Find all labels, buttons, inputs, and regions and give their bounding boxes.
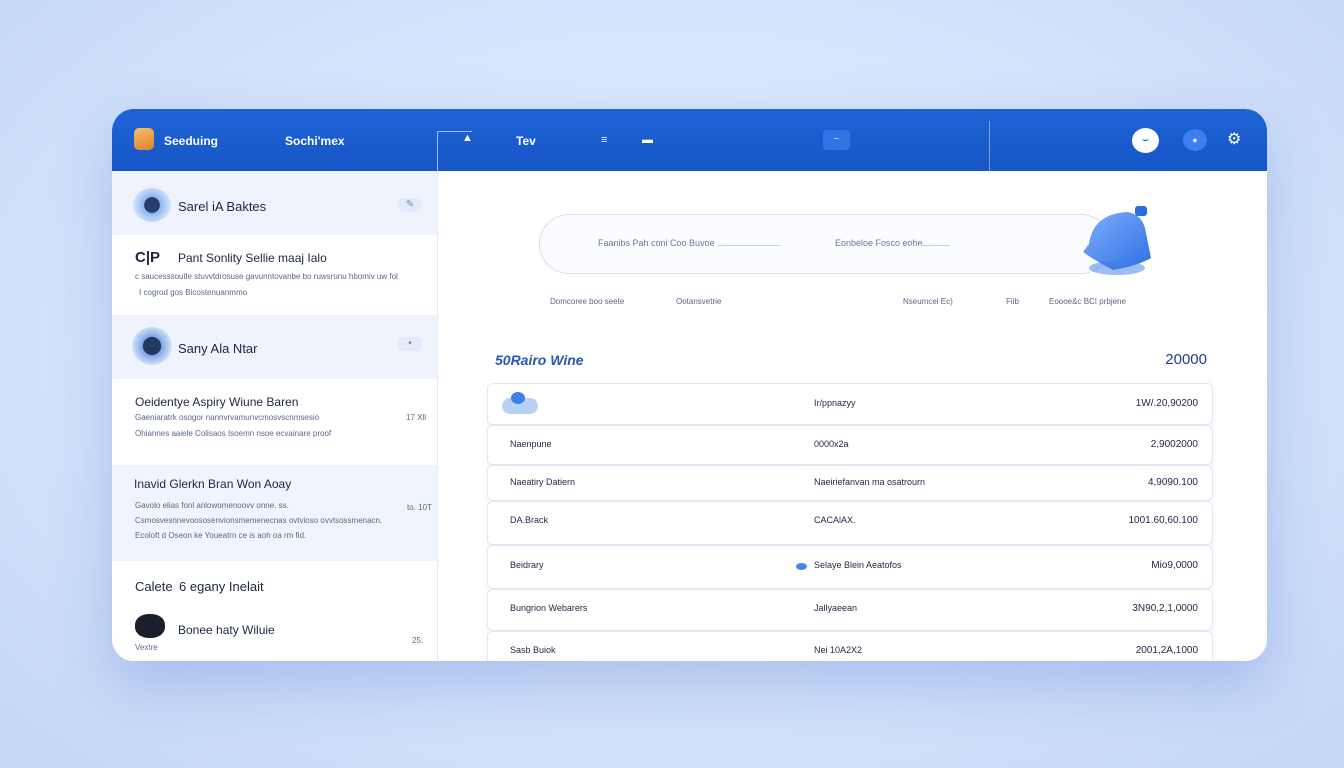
- sidebar-item-title: Pant Sonlity Sellie maaj Ialo: [178, 251, 327, 265]
- topbar-divider: [989, 121, 990, 171]
- table-row[interactable]: DA.Brack CACAlAX. 1001.60,60.100: [487, 501, 1213, 545]
- item-description: c saucesssoutle stuvvtdrosuse gavunntova…: [135, 272, 398, 281]
- table-cell: 1W/.20,90200: [1135, 398, 1198, 409]
- chart-toggle-button[interactable]: ~: [823, 130, 850, 150]
- table-cell: Ir/ppnazyy: [814, 398, 856, 408]
- table-cell: 1001.60,60.100: [1128, 515, 1198, 526]
- filter-chip[interactable]: Nseumcel Ec): [903, 297, 953, 306]
- search-bar[interactable]: Faanibs Pah coni Coo Buvoe Eonbeloe Fosc…: [539, 214, 1111, 274]
- search-field-2[interactable]: Eonbeloe Fosco eobe: [835, 238, 923, 248]
- table-cell: Naeatiry Datiern: [510, 477, 576, 487]
- table-row[interactable]: Beidrary Selaye Blein Aeatofos Mio9,0000: [487, 545, 1213, 589]
- item-description: I cogrod gos Bicostenuanmmo: [139, 288, 248, 297]
- top-bar: Seeduing Sochi'mex ▲ Tev ≡ ▬ ~ ⌣ ● ⚙: [112, 109, 1267, 172]
- sidebar-item-4[interactable]: Oeidentye Aspiry Wiune Baren Gaeniaratrk…: [112, 379, 437, 465]
- table-cell: 2001,2A,1000: [1135, 645, 1198, 656]
- item-description: Ecoloft d Oseon ke Youeatrn ce is aoh oa…: [135, 531, 307, 540]
- main-panel: Faanibs Pah coni Coo Buvoe Eonbeloe Fosc…: [473, 171, 1267, 661]
- bell-notification-icon[interactable]: [1075, 204, 1157, 286]
- sidebar-item-title: Sany Ala Ntar: [178, 341, 258, 356]
- item-description: Ohiannes aaiele Colisaos Isoemn nsoe ecv…: [135, 429, 332, 438]
- search-menu-label[interactable]: Sochi'mex: [285, 134, 345, 148]
- table-cell: Selaye Blein Aeatofos: [814, 560, 902, 570]
- summary-header: 50Rairo Wine 20000: [495, 339, 1217, 379]
- sidebar-item-title: Sarel iA Baktes: [178, 199, 267, 214]
- item-description: Csmosvesnnevoososenvionsmemenecnas ovtvi…: [135, 516, 383, 525]
- filter-chip[interactable]: Fiib: [1006, 297, 1019, 306]
- item-prefix: C|P: [135, 249, 161, 266]
- sidebar-item-1[interactable]: Sarel iA Baktes ✎: [112, 171, 437, 235]
- table-row[interactable]: Sasb Buiok Nei 10A2X2 2001,2A,1000: [487, 631, 1213, 661]
- search-field-1[interactable]: Faanibs Pah coni Coo Buvoe: [598, 238, 715, 248]
- notification-badge-icon[interactable]: ●: [1183, 129, 1207, 151]
- table-cell: Naeiriefanvan ma osatrourn: [814, 477, 926, 487]
- table-cell: 4,9090.100: [1147, 477, 1198, 488]
- edit-icon[interactable]: ✎: [398, 198, 422, 212]
- contact-avatar: [132, 327, 172, 365]
- table-cell: Beidrary: [510, 560, 544, 570]
- nav-item-tev[interactable]: Tev: [516, 134, 536, 148]
- contact-avatar: [135, 614, 165, 638]
- status-dot-icon[interactable]: •: [398, 337, 422, 351]
- table-cell: Naenpune: [510, 439, 552, 449]
- summary-value: 20000: [1165, 351, 1207, 368]
- summary-label: 50Rairo Wine: [495, 352, 584, 368]
- brand-label[interactable]: Seeduing: [164, 134, 218, 148]
- filter-chip[interactable]: Domcoree boo seete: [550, 297, 624, 306]
- table-cell: 0000x2a: [814, 439, 849, 449]
- sidebar: Sarel iA Baktes ✎ C|P Pant Sonlity Selli…: [112, 171, 438, 661]
- table-row[interactable]: Ir/ppnazyy 1W/.20,90200: [487, 383, 1213, 425]
- item-meta: 25:: [412, 636, 424, 645]
- sidebar-item-subtitle: 6 egany Inelait: [179, 579, 264, 594]
- sidebar-item-2[interactable]: C|P Pant Sonlity Sellie maaj Ialo c sauc…: [112, 235, 437, 315]
- sidebar-item-title: Oeidentye Aspiry Wiune Baren: [135, 395, 299, 409]
- profile-avatar-icon[interactable]: ⌣: [1132, 128, 1159, 153]
- app-window: Seeduing Sochi'mex ▲ Tev ≡ ▬ ~ ⌣ ● ⚙ Sar…: [112, 109, 1267, 661]
- table-cell: Sasb Buiok: [510, 645, 556, 655]
- table-cell: 3N90,2,1,0000: [1132, 603, 1198, 614]
- search-field-underline: [910, 245, 950, 246]
- filter-chip[interactable]: Ootansvetrie: [676, 297, 721, 306]
- table-cell: CACAlAX.: [814, 515, 856, 525]
- sidebar-item-title: Calete: [135, 579, 173, 594]
- item-description: Gavolo elias fonl anlowomenoovv onne. ss…: [135, 501, 289, 510]
- table-row[interactable]: Bungrion Webarers Jallyaeean 3N90,2,1,00…: [487, 589, 1213, 631]
- search-field-underline: [718, 245, 780, 246]
- menu-icon[interactable]: ≡: [601, 134, 607, 146]
- nav-marker-icon[interactable]: ▲: [462, 132, 473, 144]
- sidebar-item-title: Bonee haty Wiluie: [178, 623, 275, 637]
- brand-logo-icon[interactable]: [134, 128, 154, 150]
- table-row[interactable]: Naeatiry Datiern Naeiriefanvan ma osatro…: [487, 465, 1213, 501]
- sidebar-item-3[interactable]: Sany Ala Ntar •: [112, 315, 437, 379]
- table-row[interactable]: Naenpune 0000x2a 2,9002000: [487, 425, 1213, 465]
- sidebar-item-6[interactable]: Calete 6 egany Inelait Bonee haty Wiluie…: [112, 561, 437, 661]
- sidebar-item-5[interactable]: Inavid Glerkn Bran Won Aoay Gavolo elias…: [112, 465, 437, 561]
- table-cell: 2,9002000: [1150, 439, 1198, 450]
- settings-gear-icon[interactable]: ⚙: [1227, 129, 1241, 149]
- cloud-icon: [502, 392, 538, 414]
- item-description: Vextre: [135, 643, 158, 652]
- window-icon[interactable]: ▬: [642, 134, 653, 146]
- table-cell: Bungrion Webarers: [510, 603, 588, 613]
- item-description: Gaeniaratrk osogor nannvrvamunvcmosvscnm…: [135, 413, 320, 422]
- table-cell: Jallyaeean: [814, 603, 858, 613]
- item-meta: to. 10T: [407, 503, 432, 512]
- contact-avatar: [133, 188, 171, 222]
- table-cell: Mio9,0000: [1151, 560, 1198, 571]
- table-cell: DA.Brack: [510, 515, 549, 525]
- sidebar-item-title: Inavid Glerkn Bran Won Aoay: [134, 477, 292, 491]
- cloud-icon: [796, 563, 807, 570]
- table-cell: Nei 10A2X2: [814, 645, 863, 655]
- filter-chip[interactable]: Eoooe&c BCI prbjene: [1049, 297, 1126, 306]
- item-meta: 17 Xll: [406, 413, 427, 422]
